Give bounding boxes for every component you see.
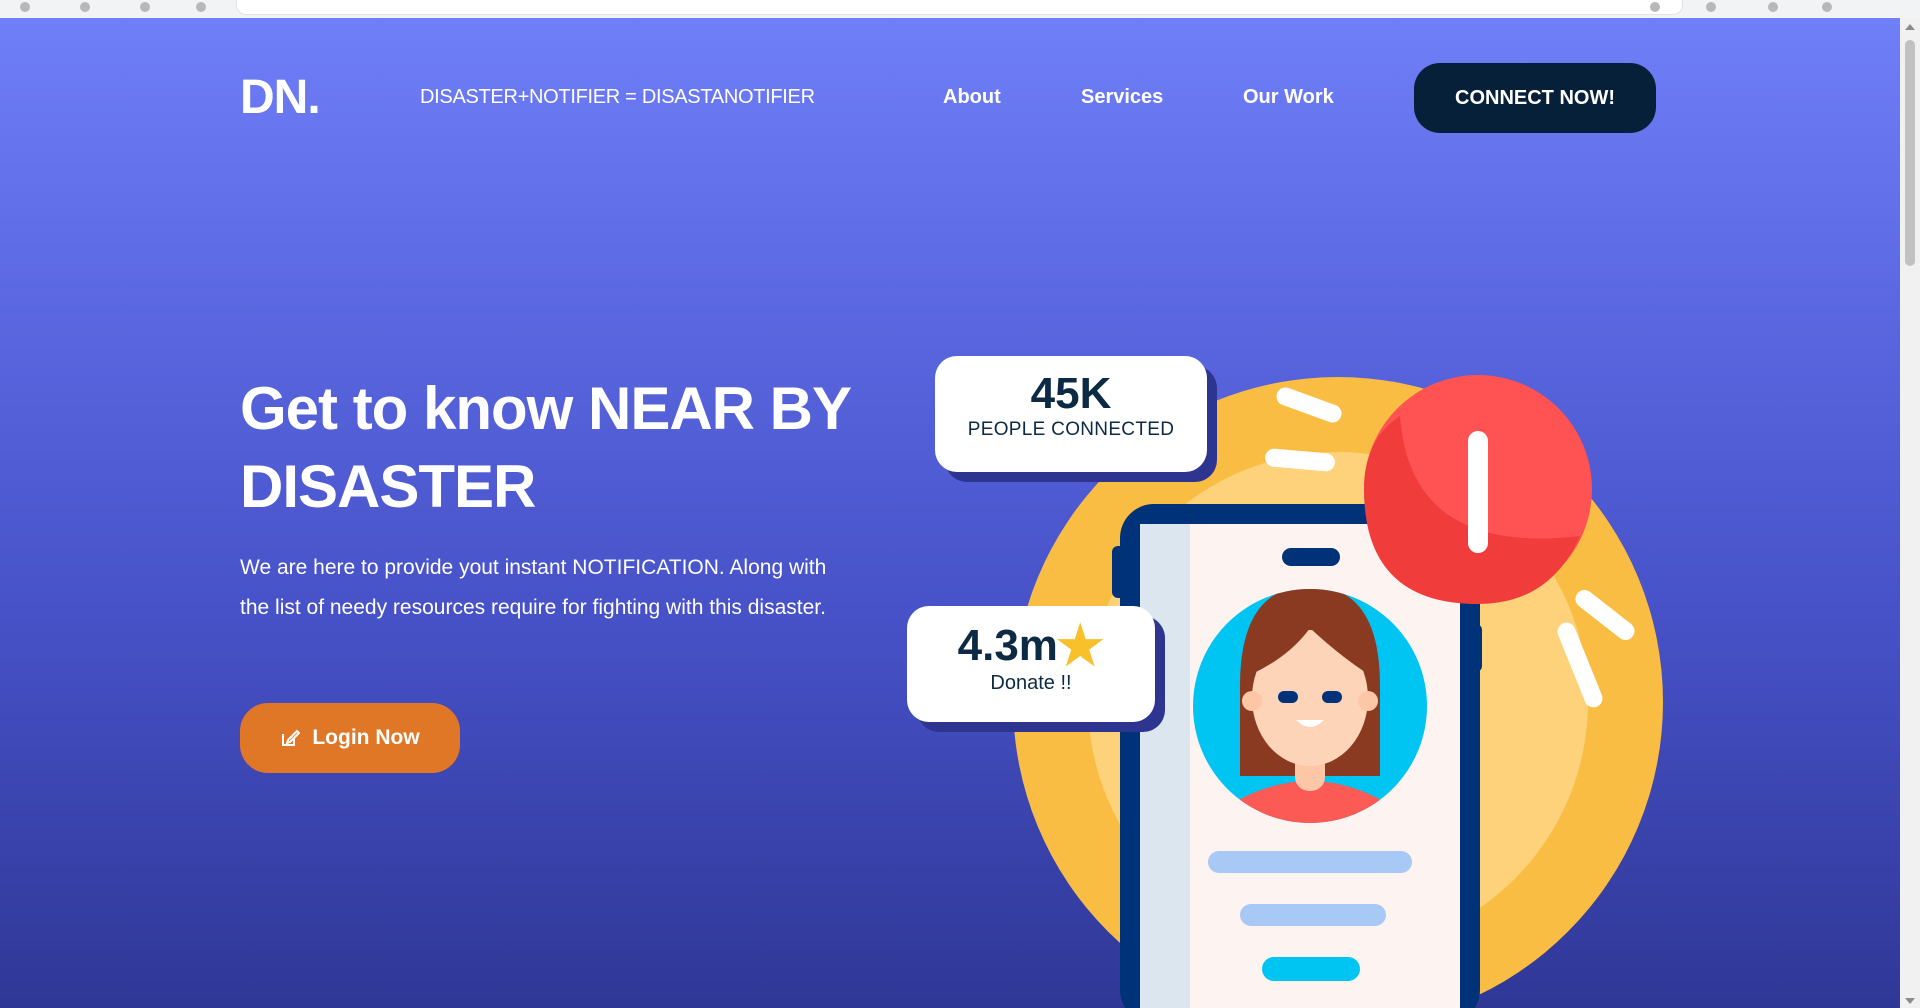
donate-label: Donate !!: [990, 672, 1072, 694]
nav-link-our-work[interactable]: Our Work: [1243, 86, 1334, 109]
donate-card: 4.3m ★ Donate !!: [907, 606, 1155, 722]
phone-speaker: [1282, 548, 1340, 566]
scroll-up-icon[interactable]: [1905, 24, 1915, 30]
site-tagline: DISASTER+NOTIFIER = DISASTANOTIFIER: [420, 86, 815, 108]
people-connected-card: 45K PEOPLE CONNECTED: [935, 356, 1207, 472]
apps-icon[interactable]: [196, 2, 206, 12]
tab-icon[interactable]: [1768, 2, 1778, 12]
edit-icon: [282, 729, 301, 746]
avatar-ear: [1358, 691, 1378, 711]
screen-line: [1240, 904, 1386, 926]
hero-description: We are here to provide yout instant NOTI…: [240, 556, 827, 619]
avatar-eye: [1322, 691, 1342, 703]
people-connected-label: PEOPLE CONNECTED: [967, 419, 1175, 440]
back-icon[interactable]: [20, 2, 30, 12]
page-scrollbar[interactable]: [1900, 18, 1920, 1008]
exclamation-icon: [1468, 431, 1488, 553]
nav-link-about[interactable]: About: [943, 86, 1001, 109]
bookmark-icon[interactable]: [1706, 2, 1716, 12]
browser-toolbar: [0, 0, 1920, 19]
people-connected-value: 45K: [1030, 369, 1112, 418]
scrollbar-thumb[interactable]: [1905, 40, 1915, 266]
site-logo[interactable]: DN.: [240, 70, 321, 125]
avatar-bun: [1284, 590, 1336, 626]
screen-line: [1208, 851, 1412, 873]
phone-screen-edge: [1140, 524, 1190, 1008]
login-now-button[interactable]: Login Now: [240, 703, 460, 773]
address-bar[interactable]: [236, 0, 1683, 15]
screen-line: [1262, 957, 1360, 981]
nav-link-services[interactable]: Services: [1081, 86, 1163, 109]
connect-now-button[interactable]: CONNECT NOW!: [1414, 63, 1656, 133]
scroll-down-icon[interactable]: [1905, 998, 1915, 1004]
donate-value: 4.3m: [957, 621, 1058, 670]
reload-icon[interactable]: [140, 2, 150, 12]
page-viewport: DN. DISASTER+NOTIFIER = DISASTANOTIFIER …: [0, 18, 1900, 1008]
avatar-eye: [1278, 691, 1298, 703]
avatar-ear: [1242, 691, 1262, 711]
forward-icon[interactable]: [80, 2, 90, 12]
login-now-label: Login Now: [312, 726, 420, 749]
profile-icon[interactable]: [1822, 2, 1832, 12]
extension-icon[interactable]: [1650, 2, 1660, 12]
hero-title: Get to know NEAR BY DISASTER: [240, 375, 851, 520]
star-icon: ★: [1055, 616, 1105, 676]
